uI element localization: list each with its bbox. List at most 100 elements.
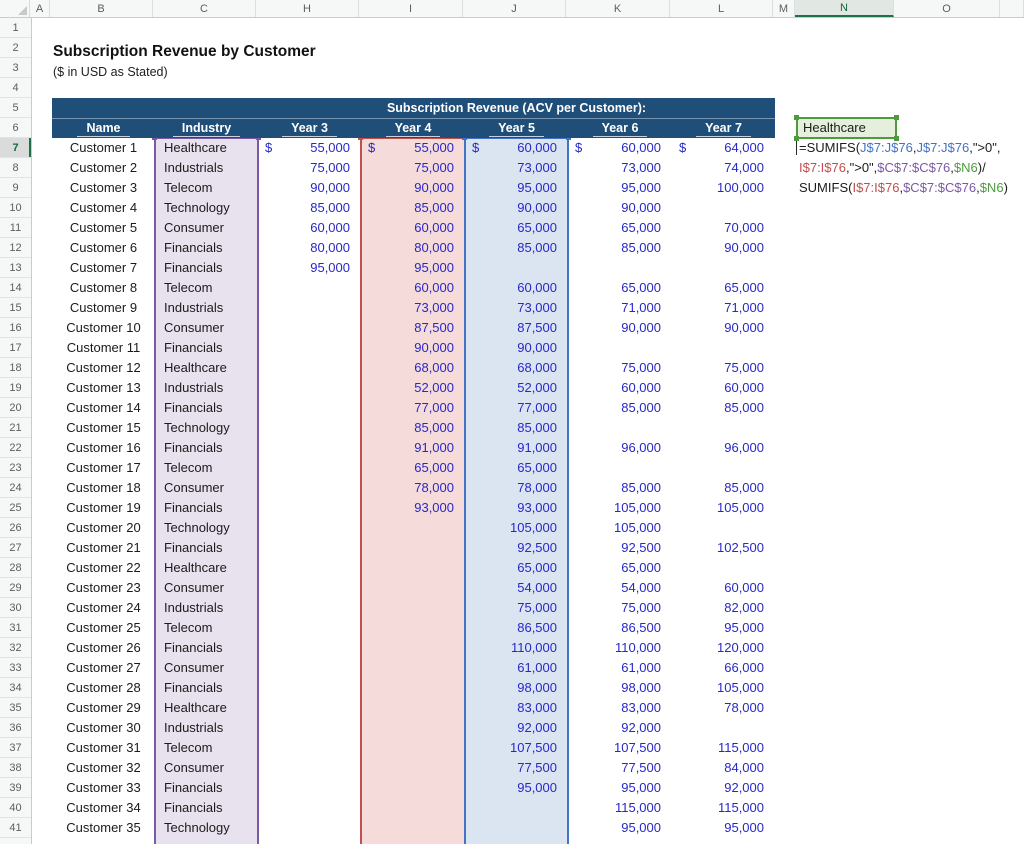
cell-industry[interactable]: Financials [155, 678, 258, 698]
cell-year4[interactable]: 93,000 [361, 498, 465, 518]
cell-year6[interactable] [568, 338, 672, 358]
cell-name[interactable]: Customer 5 [52, 218, 155, 238]
cell-year6[interactable]: 92,000 [568, 718, 672, 738]
row-header-8[interactable]: 8 [0, 158, 31, 178]
row-header-41[interactable]: 41 [0, 818, 31, 838]
cell-name[interactable]: Customer 1 [52, 138, 155, 158]
row-header-12[interactable]: 12 [0, 238, 31, 258]
cell-year6[interactable] [568, 418, 672, 438]
cell-year6[interactable]: 85,000 [568, 478, 672, 498]
cell-year4[interactable]: 75,000 [361, 158, 465, 178]
row-header-13[interactable]: 13 [0, 258, 31, 278]
cell-year4[interactable]: 52,000 [361, 378, 465, 398]
select-all-corner[interactable] [0, 0, 30, 17]
row-header-10[interactable]: 10 [0, 198, 31, 218]
cell-year6[interactable]: 107,500 [568, 738, 672, 758]
cell-year5[interactable]: 86,500 [465, 618, 568, 638]
cell-industry[interactable]: Financials [155, 258, 258, 278]
cell-year5[interactable]: 107,500 [465, 738, 568, 758]
cell-year6[interactable]: 90,000 [568, 318, 672, 338]
cell-year3[interactable] [258, 478, 361, 498]
cell-industry[interactable]: Industrials [155, 378, 258, 398]
cell-industry[interactable]: Industrials [155, 298, 258, 318]
column-header-C[interactable]: C [153, 0, 256, 17]
cell-year7[interactable] [672, 198, 775, 218]
cell-name[interactable]: Customer 6 [52, 238, 155, 258]
cell-year4[interactable]: 60,000 [361, 278, 465, 298]
cell-industry[interactable]: Technology [155, 818, 258, 838]
cell-name[interactable]: Customer 21 [52, 538, 155, 558]
cell-year5[interactable]: 60,000 [465, 278, 568, 298]
cell-year6[interactable]: 77,500 [568, 758, 672, 778]
cell-year5[interactable]: 73,000 [465, 158, 568, 178]
cell-industry[interactable]: Financials [155, 438, 258, 458]
cell-year7[interactable]: 95,000 [672, 618, 775, 638]
row-header-21[interactable]: 21 [0, 418, 31, 438]
cell-year4[interactable]: 90,000 [361, 338, 465, 358]
cell-year6[interactable]: 105,000 [568, 498, 672, 518]
cell-name[interactable]: Customer 33 [52, 778, 155, 798]
cell-year5[interactable]: 68,000 [465, 358, 568, 378]
cell-industry[interactable]: Telecom [155, 618, 258, 638]
cell-year6[interactable]: 61,000 [568, 658, 672, 678]
row-header-14[interactable]: 14 [0, 278, 31, 298]
cell-year5[interactable]: 52,000 [465, 378, 568, 398]
cell-year6[interactable]: 86,500 [568, 618, 672, 638]
cell-industry[interactable]: Healthcare [155, 698, 258, 718]
cell-year4[interactable] [361, 658, 465, 678]
cell-name[interactable]: Customer 20 [52, 518, 155, 538]
cell-year3[interactable]: 90,000 [258, 178, 361, 198]
cell-year5[interactable] [465, 818, 568, 838]
cell-year6[interactable]: 115,000 [568, 798, 672, 818]
cell-year4[interactable]: 85,000 [361, 198, 465, 218]
cell-industry[interactable]: Telecom [155, 178, 258, 198]
row-header-9[interactable]: 9 [0, 178, 31, 198]
cell-industry[interactable]: Financials [155, 338, 258, 358]
cell-year7[interactable]: 115,000 [672, 738, 775, 758]
cell-name[interactable]: Customer 9 [52, 298, 155, 318]
cell-year3[interactable] [258, 378, 361, 398]
cell-year6[interactable]: 54,000 [568, 578, 672, 598]
cell-year3[interactable] [258, 458, 361, 478]
cell-year7[interactable]: 105,000 [672, 498, 775, 518]
column-header-B[interactable]: B [50, 0, 153, 17]
cell-year3[interactable] [258, 778, 361, 798]
cell-year7[interactable] [672, 558, 775, 578]
cell-year3[interactable] [258, 658, 361, 678]
cell-year4[interactable] [361, 678, 465, 698]
cell-year3[interactable]: 75,000 [258, 158, 361, 178]
cell-year7[interactable]: 71,000 [672, 298, 775, 318]
cell-year4[interactable] [361, 698, 465, 718]
cell-year7[interactable]: 74,000 [672, 158, 775, 178]
cell-year5[interactable]: 77,000 [465, 398, 568, 418]
cell-name[interactable]: Customer 3 [52, 178, 155, 198]
cell-year4[interactable]: 87,500 [361, 318, 465, 338]
cell-year6[interactable]: 65,000 [568, 218, 672, 238]
cell-year4[interactable] [361, 818, 465, 838]
cell-year3[interactable] [258, 298, 361, 318]
cell-industry[interactable]: Financials [155, 238, 258, 258]
column-header-L[interactable]: L [670, 0, 773, 17]
cell-year7[interactable]: 90,000 [672, 238, 775, 258]
cell-year4[interactable] [361, 798, 465, 818]
cell-year3[interactable]: 80,000 [258, 238, 361, 258]
cell-year4[interactable]: 80,000 [361, 238, 465, 258]
cell-year7[interactable]: 90,000 [672, 318, 775, 338]
cell-year5[interactable]: 95,000 [465, 178, 568, 198]
cell-industry[interactable]: Consumer [155, 478, 258, 498]
row-header-31[interactable]: 31 [0, 618, 31, 638]
cell-year7[interactable]: 105,000 [672, 678, 775, 698]
table-header-year-6[interactable]: Year 6 [568, 118, 672, 138]
row-header-30[interactable]: 30 [0, 598, 31, 618]
cell-year5[interactable]: 85,000 [465, 238, 568, 258]
row-header-35[interactable]: 35 [0, 698, 31, 718]
cell-name[interactable]: Customer 30 [52, 718, 155, 738]
row-header-16[interactable]: 16 [0, 318, 31, 338]
row-header-25[interactable]: 25 [0, 498, 31, 518]
cell-industry[interactable]: Industrials [155, 158, 258, 178]
column-header-M[interactable]: M [773, 0, 795, 17]
column-header-J[interactable]: J [463, 0, 566, 17]
cell-industry[interactable]: Healthcare [155, 138, 258, 158]
cell-year4[interactable] [361, 578, 465, 598]
row-header-23[interactable]: 23 [0, 458, 31, 478]
